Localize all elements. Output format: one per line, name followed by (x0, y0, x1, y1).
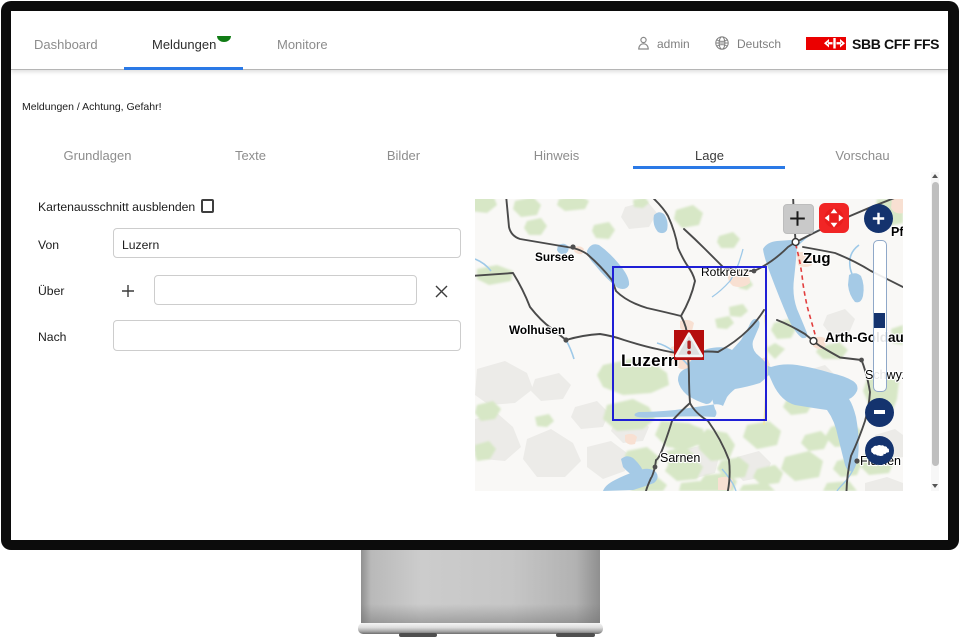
svg-text:Zug: Zug (803, 250, 831, 267)
svg-text:Pf: Pf (891, 225, 903, 239)
svg-text:Luzern: Luzern (621, 351, 679, 370)
svg-text:Wolhusen: Wolhusen (509, 323, 565, 337)
svg-text:Sarnen: Sarnen (660, 451, 700, 465)
svg-text:Arth-Goldau: Arth-Goldau (825, 330, 903, 345)
svg-text:Sursee: Sursee (535, 250, 575, 264)
